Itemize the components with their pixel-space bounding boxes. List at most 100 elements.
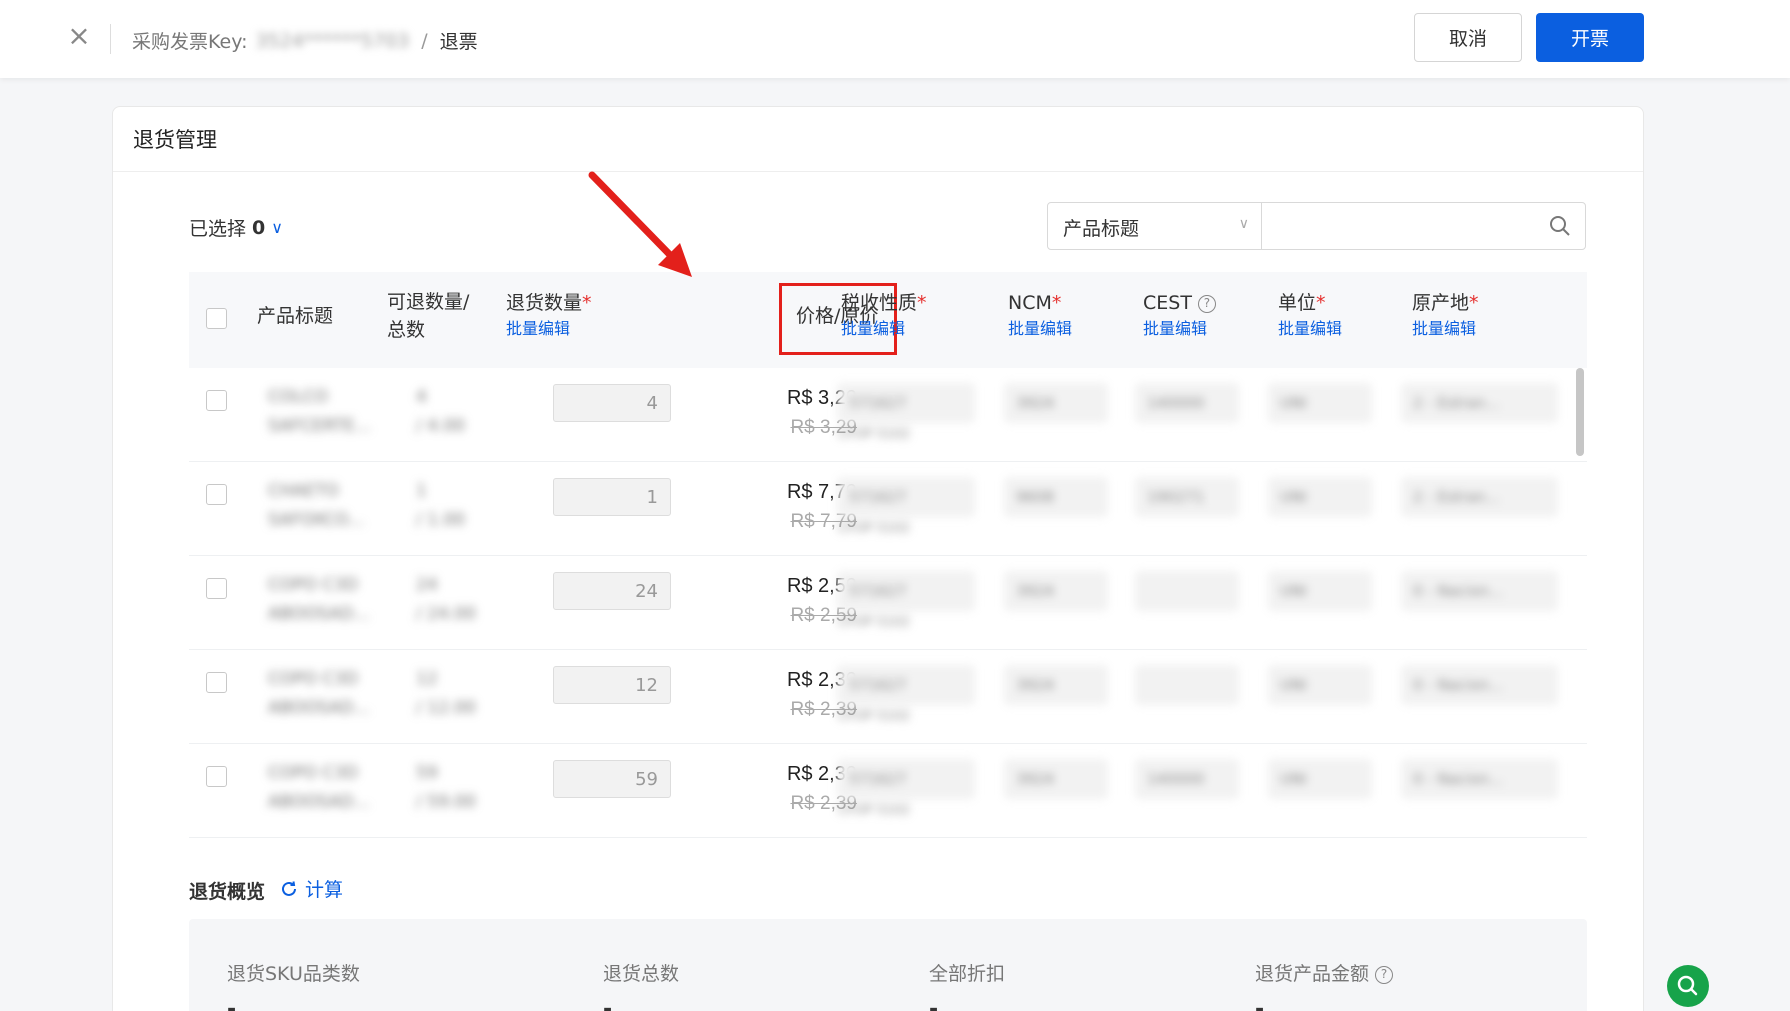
qty-total-value: / 59.00 <box>416 792 476 812</box>
return-qty-input[interactable]: 1 <box>553 478 671 516</box>
cest-input[interactable]: 190271 <box>1136 478 1238 516</box>
table-scrollbar[interactable] <box>1576 368 1584 456</box>
product-title-line1: COPO C3D <box>268 763 359 783</box>
filter-field-value: 产品标题 <box>1063 218 1140 240</box>
breadcrumb: 采购发票Key: 3524******5703 / 退票 <box>132 27 478 54</box>
search-input[interactable] <box>1262 203 1532 247</box>
required-mark: * <box>1469 292 1479 314</box>
ncm-search-field[interactable]: 3924 <box>1005 572 1107 610</box>
return-qty-input[interactable]: 59 <box>553 760 671 798</box>
ncm-search-field[interactable]: 3924 <box>1005 384 1107 422</box>
product-title: COLCO SAFCERTE... <box>268 383 371 441</box>
cest-input[interactable]: 140000 <box>1136 384 1238 422</box>
product-title-line1: CHAETO <box>268 481 339 501</box>
overview-label: 退货产品金额? <box>1255 959 1394 986</box>
product-title: COPO C3D ABOOSAD... <box>268 571 370 629</box>
row-checkbox[interactable] <box>206 578 227 599</box>
product-title: COPO C3D ABOOSAD... <box>268 759 370 817</box>
unit-select[interactable]: UNI <box>1269 760 1371 798</box>
unit-select[interactable]: UNI <box>1269 666 1371 704</box>
return-qty-input[interactable]: 4 <box>553 384 671 422</box>
tax-nature-select[interactable]: 571627 <box>838 760 974 798</box>
table-row: COPO C3D ABOOSAD... 59/ 59.00 59 R$ 2,39 R… <box>189 744 1587 838</box>
header-return-qty: 退货数量* 批量编辑 <box>506 289 592 341</box>
table-header: 产品标题 可退数量/总数 退货数量* 批量编辑 价格/原价 税收性质* 批量编辑… <box>189 272 1587 368</box>
return-qty-input[interactable]: 24 <box>553 572 671 610</box>
qty-available-value: 59 <box>416 763 438 783</box>
return-qty-input[interactable]: 12 <box>553 666 671 704</box>
tax-nature-select[interactable]: 571627 <box>838 572 974 610</box>
cfop-label: CFOP 5102 <box>838 615 910 630</box>
qty-available-value: 4 <box>416 387 427 407</box>
unit-select[interactable]: UNI <box>1269 572 1371 610</box>
tax-nature-select[interactable]: 571627 <box>838 384 974 422</box>
close-icon[interactable]: × <box>66 22 92 50</box>
qty-available: 1 / 1.00 <box>416 477 465 535</box>
header-origin-label: 原产地 <box>1412 292 1470 314</box>
breadcrumb-key: 3524******5703 <box>255 29 410 52</box>
ncm-search-field[interactable]: 9608 <box>1005 478 1107 516</box>
issue-invoice-button[interactable]: 开票 <box>1536 13 1644 62</box>
origin-select[interactable]: 0 - Nacion... <box>1402 760 1557 798</box>
cest-input[interactable] <box>1136 666 1238 704</box>
filter-field-select[interactable]: 产品标题 ∨ <box>1047 202 1262 250</box>
calculate-button[interactable]: 计算 <box>279 875 343 902</box>
cest-input[interactable]: 140000 <box>1136 760 1238 798</box>
ncm-search-field[interactable]: 3924 <box>1005 666 1107 704</box>
table-row: CHAETO SAFOXCO... 1/ 1.00 1 R$ 7,79 R$ 7,7… <box>189 462 1587 556</box>
bulk-edit-link[interactable]: 批量编辑 <box>1008 317 1072 341</box>
ncm-search-field[interactable]: 3924 <box>1005 760 1107 798</box>
row-checkbox[interactable] <box>206 672 227 693</box>
selection-dropdown[interactable]: 已选择 0 ∨ <box>189 214 283 241</box>
unit-select[interactable]: UNI <box>1269 478 1371 516</box>
chevron-down-icon: ∨ <box>271 218 283 237</box>
bulk-edit-link[interactable]: 批量编辑 <box>841 317 927 341</box>
qty-available: 12 / 12.00 <box>416 665 476 723</box>
search-box <box>1261 202 1586 250</box>
cest-input[interactable] <box>1136 572 1238 610</box>
cancel-button[interactable]: 取消 <box>1414 13 1522 62</box>
bulk-edit-link[interactable]: 批量编辑 <box>506 317 592 341</box>
search-icon[interactable] <box>1549 215 1571 237</box>
bulk-edit-link[interactable]: 批量编辑 <box>1143 317 1216 341</box>
unit-select[interactable]: UNI <box>1269 384 1371 422</box>
row-checkbox[interactable] <box>206 766 227 787</box>
cfop-label: CFOP 5102 <box>838 803 910 818</box>
help-icon[interactable]: ? <box>1197 295 1216 313</box>
calculate-label: 计算 <box>305 879 344 901</box>
table-row: COLCO SAFCERTE... 4/ 4.00 4 R$ 3,29 R$ 3,2… <box>189 368 1587 462</box>
breadcrumb-prefix: 采购发票Key: <box>132 31 248 53</box>
header-return-qty-label: 退货数量 <box>506 292 583 314</box>
header-cest-label: CEST <box>1143 292 1192 314</box>
origin-select[interactable]: 2 - Estran... <box>1402 478 1557 516</box>
required-mark: * <box>917 292 927 314</box>
return-management-card: 退货管理 已选择 0 ∨ 产品标题 ∨ 产品标题 可退数量/总数 退货数量* 批… <box>112 106 1644 1011</box>
overview-label: 退货总数 <box>603 963 680 985</box>
row-checkbox[interactable] <box>206 390 227 411</box>
qty-total-value: / 1.00 <box>416 510 465 530</box>
overview-value: - <box>603 997 613 1011</box>
row-checkbox[interactable] <box>206 484 227 505</box>
product-title-line1: COPO C3D <box>268 669 359 689</box>
table-row: COPO C3D ABOOSAD... 24/ 24.00 24 R$ 2,59 R… <box>189 556 1587 650</box>
bulk-edit-link[interactable]: 批量编辑 <box>1278 317 1342 341</box>
header-ncm: NCM* 批量编辑 <box>1008 289 1072 341</box>
product-title-line2: ABOOSAD... <box>268 698 370 718</box>
origin-select[interactable]: 2 - Estran... <box>1402 384 1557 422</box>
floating-search-button[interactable] <box>1667 965 1709 1007</box>
origin-select[interactable]: 0 - Nacion... <box>1402 572 1557 610</box>
header-unit-label: 单位 <box>1278 292 1317 314</box>
tax-nature-select[interactable]: 571627 <box>838 666 974 704</box>
search-icon <box>1677 975 1698 996</box>
overview-value: - <box>929 997 939 1011</box>
help-icon[interactable]: ? <box>1375 966 1394 984</box>
overview-label: 退货SKU品类数 <box>227 963 360 985</box>
tax-nature-select[interactable]: 571627 <box>838 478 974 516</box>
annotation-arrow-icon <box>588 171 692 277</box>
chevron-down-icon: ∨ <box>1238 216 1249 232</box>
qty-total-value: / 12.00 <box>416 698 476 718</box>
refresh-icon <box>282 880 296 896</box>
bulk-edit-link[interactable]: 批量编辑 <box>1412 317 1479 341</box>
origin-select[interactable]: 0 - Nacion... <box>1402 666 1557 704</box>
select-all-checkbox[interactable] <box>206 308 227 329</box>
